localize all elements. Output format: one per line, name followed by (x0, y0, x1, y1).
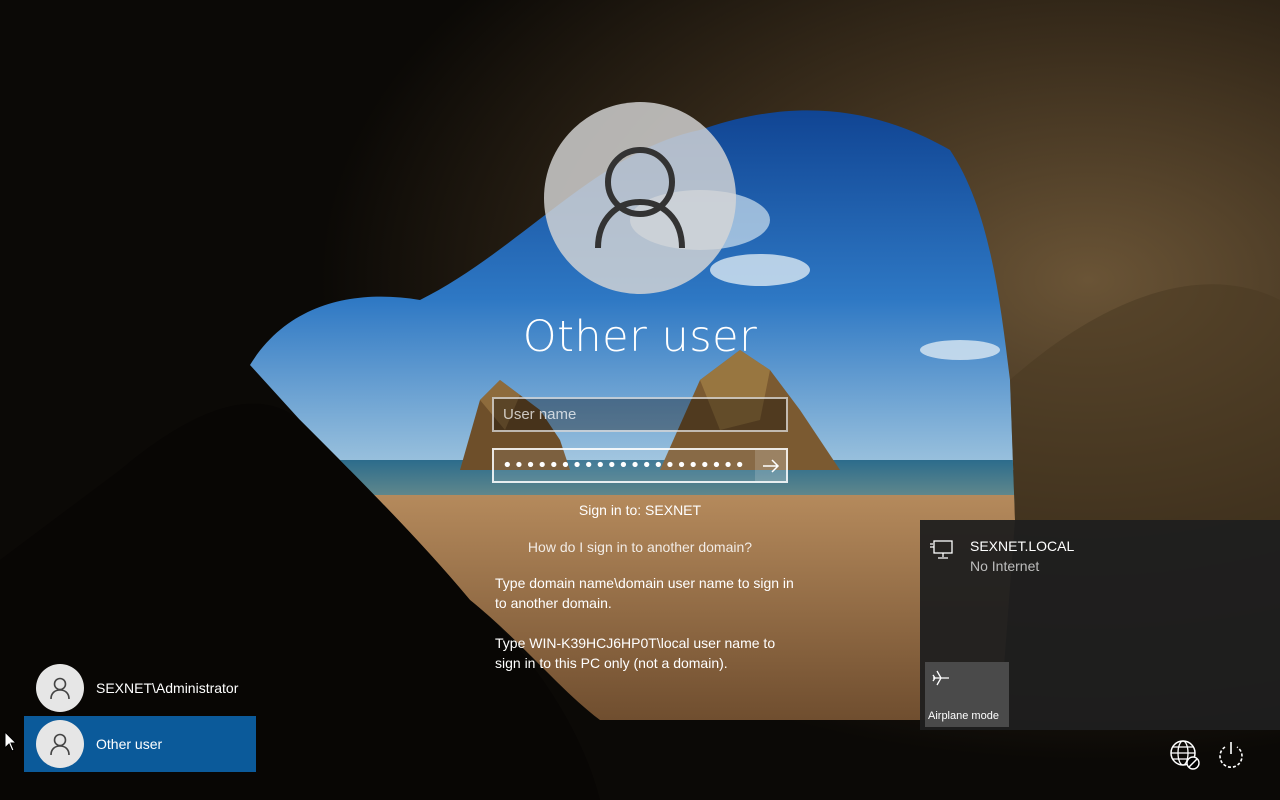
globe-disconnected-icon (1170, 740, 1200, 770)
help-text-domain: Type domain name\domain user name to sig… (495, 575, 794, 611)
power-icon (1219, 742, 1243, 768)
avatar (36, 720, 84, 768)
avatar (544, 102, 736, 294)
lock-screen: Other user Sign in to: SEXNET How do I s… (0, 0, 1280, 800)
network-name: SEXNET.LOCAL (970, 538, 1075, 554)
user-list-label: SEXNET\Administrator (96, 680, 239, 696)
sign-in-domain-text: Sign in to: SEXNET (578, 502, 702, 518)
airplane-icon (932, 670, 949, 686)
network-flyout: SEXNET.LOCAL No Internet Airplane mode (920, 520, 1280, 730)
user-list-label: Other user (96, 736, 163, 752)
user-list-item-other-user[interactable]: Other user (24, 716, 256, 772)
password-field-group (492, 448, 788, 483)
network-status: No Internet (970, 558, 1040, 574)
airplane-mode-label: Airplane mode (928, 710, 999, 722)
username-input[interactable] (492, 397, 788, 432)
page-title: Other user (522, 312, 758, 362)
user-silhouette-icon (50, 677, 70, 700)
network-item-sexnet-local[interactable]: SEXNET.LOCAL No Internet (930, 538, 1270, 578)
user-silhouette-icon (595, 147, 685, 249)
help-text-local: Type WIN-K39HCJ6HP0T\local user name to … (495, 635, 776, 671)
user-list-item-administrator[interactable]: SEXNET\Administrator (24, 660, 256, 716)
password-input[interactable] (494, 450, 756, 481)
network-button[interactable] (1168, 738, 1202, 772)
airplane-mode-toggle[interactable]: Airplane mode (925, 662, 1009, 727)
ethernet-monitor-icon (930, 540, 953, 559)
help-domain-link[interactable]: How do I sign in to another domain? (440, 539, 840, 555)
submit-button[interactable] (755, 450, 786, 481)
avatar (36, 664, 84, 712)
power-button[interactable] (1214, 738, 1248, 772)
mouse-cursor-icon (4, 731, 18, 752)
user-silhouette-icon (50, 733, 70, 756)
arrow-right-icon (762, 458, 779, 473)
